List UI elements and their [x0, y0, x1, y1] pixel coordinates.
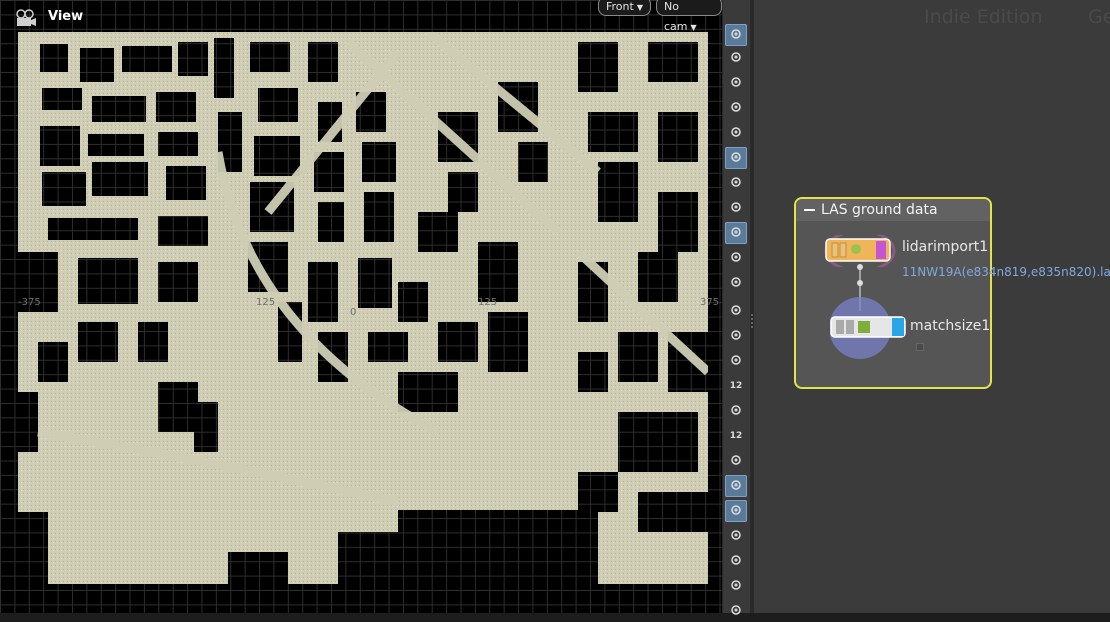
- node-matchsize1[interactable]: [829, 295, 906, 361]
- primitive-numbers-icon: 12: [729, 431, 743, 441]
- visibility-icon: [729, 250, 743, 267]
- primitive-normal-button[interactable]: [725, 400, 747, 422]
- visibility-button[interactable]: [725, 247, 747, 269]
- view-dropdown-label: Front: [606, 0, 634, 13]
- camera-dropdown-label: No cam: [664, 0, 688, 33]
- viewport-title: View: [48, 9, 84, 24]
- normal-display-icon: [729, 328, 743, 345]
- axis-label: 125: [256, 297, 276, 308]
- axis-label: 125: [478, 297, 498, 308]
- light-icon: [729, 175, 743, 192]
- camera-icon[interactable]: [14, 8, 38, 28]
- node-name-matchsize1[interactable]: matchsize1: [910, 318, 990, 334]
- more-button[interactable]: [725, 600, 747, 622]
- primitive-numbers-button[interactable]: 12: [725, 425, 747, 447]
- uv-icon: [729, 553, 743, 570]
- boundary-button[interactable]: [725, 450, 747, 472]
- primitive-normal-icon: [729, 403, 743, 420]
- chevron-down-icon: ▼: [690, 23, 697, 32]
- network-editor[interactable]: Indie Edition Ge LAS ground data lidarim…: [754, 0, 1110, 613]
- headlight-button[interactable]: [725, 147, 747, 169]
- headlight-icon: [729, 150, 743, 167]
- axis-label: 375: [700, 297, 720, 308]
- camera-view-icon: [729, 225, 743, 242]
- shaded-button[interactable]: [725, 525, 747, 547]
- texture-button[interactable]: [725, 500, 747, 522]
- show-handles-icon: [729, 27, 743, 44]
- axis-label: -375: [18, 297, 41, 308]
- template-icon: [729, 275, 743, 292]
- lidar-import-node-icon: [824, 229, 896, 273]
- light-off-icon: [729, 200, 743, 217]
- camera-view-button[interactable]: [725, 222, 747, 244]
- template-button[interactable]: [725, 272, 747, 294]
- axis-label: 0: [350, 307, 357, 318]
- light-off-button[interactable]: [725, 197, 747, 219]
- vertex-normal-icon: [729, 353, 743, 370]
- wireframe-icon: [729, 478, 743, 495]
- node-info-lidarimport1: 11NW19A(e834n819,e835n820).las: [902, 265, 1110, 279]
- node-flag-icon[interactable]: [916, 343, 924, 351]
- view-dropdown[interactable]: Front ▼: [598, 0, 651, 16]
- network-box[interactable]: LAS ground data lidarimport1 11NW19A(e83…: [794, 197, 1110, 389]
- shaded-icon: [729, 528, 743, 545]
- boundary-icon: [729, 453, 743, 470]
- texture-icon: [729, 503, 743, 520]
- selection-mode-button[interactable]: [725, 47, 747, 69]
- edition-watermark-right: Ge: [1088, 6, 1110, 28]
- display-shaded-button[interactable]: [725, 122, 747, 144]
- lidar-point-cloud: [18, 32, 708, 584]
- wireframe-button[interactable]: [725, 475, 747, 497]
- lock-camera-icon: [729, 75, 743, 92]
- match-size-node-icon: [829, 297, 906, 359]
- selection-mode-icon: [729, 50, 743, 67]
- display-shaded-icon: [729, 125, 743, 142]
- point-numbers-icon: 12: [729, 381, 743, 391]
- edition-watermark: Indie Edition: [924, 6, 1043, 28]
- grip-dot: [751, 326, 753, 328]
- light-button[interactable]: [725, 172, 747, 194]
- scene-viewport[interactable]: -375 125 125 375 0 View Front ▼ No cam ▼: [0, 0, 722, 613]
- node-lidarimport1[interactable]: [824, 229, 896, 273]
- grip-dot: [751, 314, 753, 316]
- point-numbers-button[interactable]: 12: [725, 375, 747, 397]
- more-icon: [729, 603, 743, 620]
- show-handles-button[interactable]: [725, 24, 747, 46]
- viewport-header: View Front ▼ No cam ▼: [0, 0, 722, 34]
- ghost-icon: [729, 100, 743, 117]
- grip-dot: [751, 322, 753, 324]
- normal-display-button[interactable]: [725, 325, 747, 347]
- vertex-normal-button[interactable]: [725, 350, 747, 372]
- grip-dot: [751, 318, 753, 320]
- point-display-button[interactable]: [725, 300, 747, 322]
- lock-camera-button[interactable]: [725, 72, 747, 94]
- ghost-button[interactable]: [725, 97, 747, 119]
- origin-button[interactable]: [725, 575, 747, 597]
- origin-icon: [729, 578, 743, 595]
- camera-dropdown[interactable]: No cam ▼: [656, 0, 722, 33]
- display-toolbar: 12 12: [722, 0, 751, 615]
- uv-button[interactable]: [725, 550, 747, 572]
- chevron-down-icon: ▼: [636, 3, 643, 12]
- point-display-icon: [729, 303, 743, 320]
- node-name-lidarimport1[interactable]: lidarimport1: [902, 239, 988, 255]
